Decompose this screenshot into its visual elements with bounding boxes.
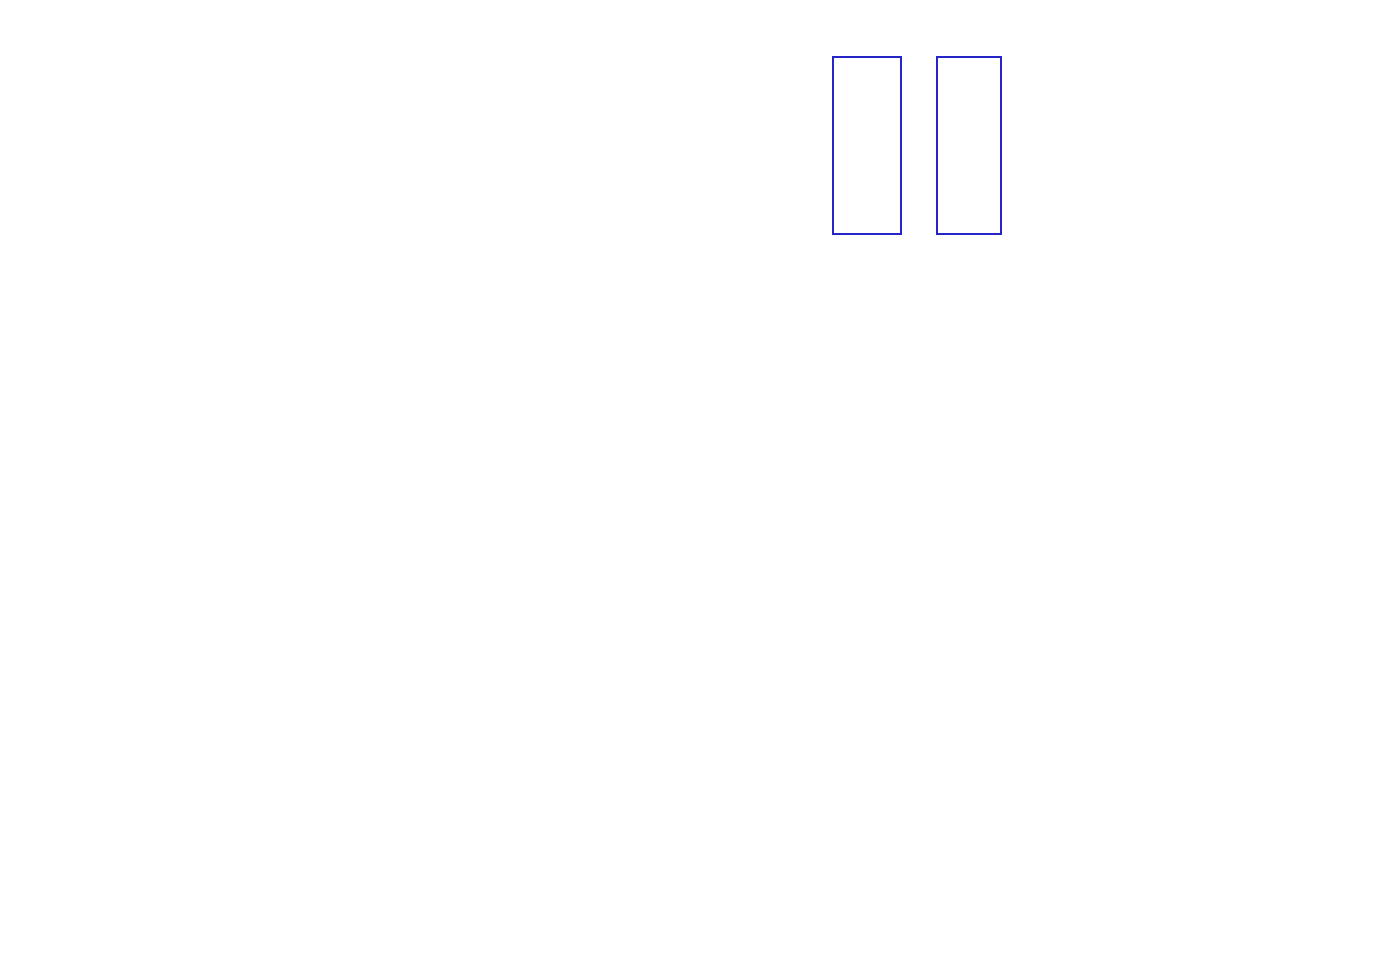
hsc-cutout-overlay xyxy=(443,531,589,677)
hsc-cutout-panel xyxy=(423,514,633,732)
with-sky-image xyxy=(834,58,900,233)
line-fit-plot xyxy=(1040,44,1320,244)
fit-plot-svg xyxy=(1040,44,1320,244)
full-spectrum-panel xyxy=(95,268,1320,473)
spec2d-panel xyxy=(446,30,826,270)
lineflux-map-panel xyxy=(238,514,448,732)
clean-image xyxy=(938,58,1000,233)
with-sky-panel xyxy=(830,30,910,245)
lineflux-map-overlay xyxy=(258,531,404,677)
fiber-positions-overlay xyxy=(72,531,218,677)
fiber-positions-panel xyxy=(52,514,262,732)
spectrum-svg xyxy=(95,268,1310,468)
clean-image-panel xyxy=(932,30,1012,245)
spec2d-rows xyxy=(466,44,748,270)
elixer-report-page: { "header": { "segments_left": [ {"t":"E… xyxy=(0,0,1400,953)
